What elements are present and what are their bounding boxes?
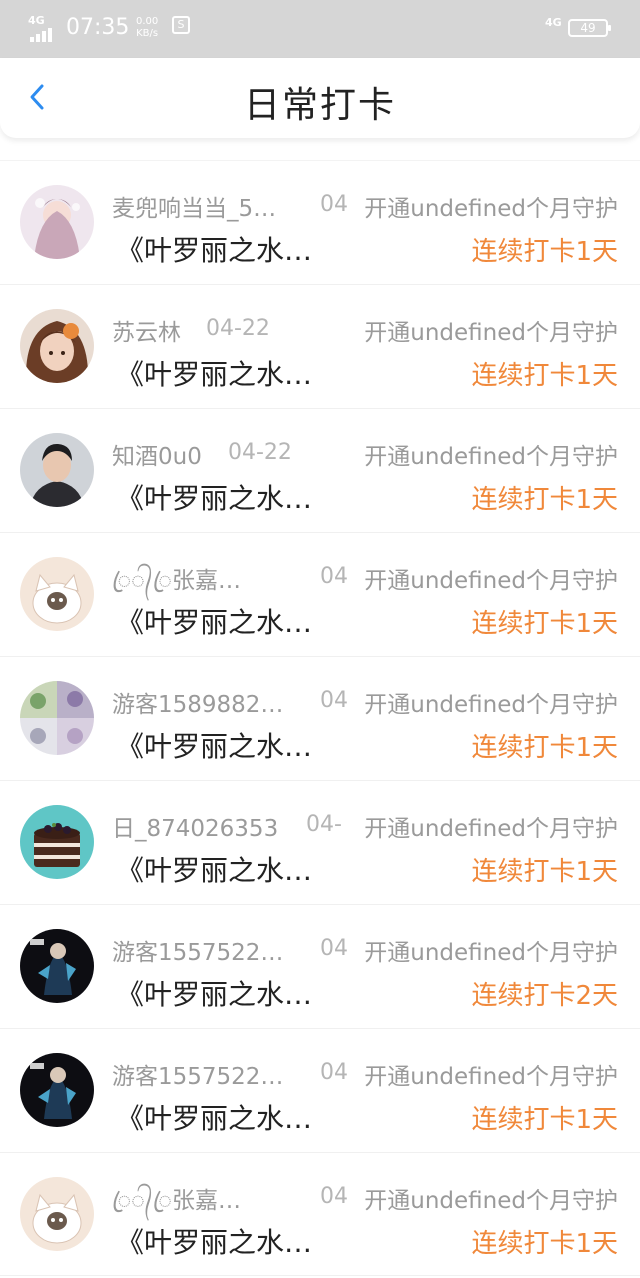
- collage-avatar: [20, 681, 94, 755]
- speed-unit: KB/s: [136, 28, 159, 39]
- signal-icon: [30, 28, 52, 42]
- dark-character-avatar: [20, 1053, 94, 1127]
- avatar[interactable]: [20, 1177, 94, 1251]
- list-item[interactable]: 游客1589882… 04 开通undefined个月守护 《叶罗丽之水… 连续…: [0, 656, 640, 780]
- cartoon-cat-avatar: [20, 1177, 94, 1251]
- guard-text: 开通undefined个月守护: [364, 444, 618, 470]
- guard-text: 开通undefined个月守护: [364, 196, 618, 222]
- guard-text: 开通undefined个月守护: [364, 320, 618, 346]
- avatar[interactable]: [20, 557, 94, 631]
- battery-icon: 49: [568, 19, 611, 37]
- guard-text: 开通undefined个月守护: [364, 1188, 618, 1214]
- book-title[interactable]: 《叶罗丽之水…: [116, 725, 312, 765]
- guard-text: 开通undefined个月守护: [364, 692, 618, 718]
- guard-text: 开通undefined个月守护: [364, 940, 618, 966]
- checkin-date: 04: [320, 564, 348, 589]
- checkin-date: 04: [320, 192, 348, 217]
- book-title[interactable]: 《叶罗丽之水…: [116, 353, 312, 393]
- user-name[interactable]: 游客1557522…: [112, 1057, 298, 1091]
- list-item[interactable]: ꦿ᭄ꦿ张嘉… 04 开通undefined个月守护 《叶罗丽之水… 连续打卡1天: [0, 532, 640, 656]
- checkin-date: 04-22: [206, 316, 270, 341]
- avatar[interactable]: [20, 805, 94, 879]
- streak-label: 连续打卡1天: [471, 485, 618, 515]
- avatar[interactable]: [20, 681, 94, 755]
- user-name[interactable]: 苏云林: [112, 313, 298, 347]
- checkin-date: 04-22: [228, 440, 292, 465]
- streak-label: 连续打卡1天: [471, 857, 618, 887]
- network-type-left: 4G: [28, 14, 45, 27]
- checkin-list: 麦兜响当当_5… 04 开通undefined个月守护 《叶罗丽之水… 连续打卡…: [0, 160, 640, 1276]
- checkin-date: 04: [320, 1060, 348, 1085]
- book-title[interactable]: 《叶罗丽之水…: [116, 477, 312, 517]
- list-item[interactable]: 游客1557522… 04 开通undefined个月守护 《叶罗丽之水… 连续…: [0, 1028, 640, 1152]
- avatar[interactable]: [20, 433, 94, 507]
- sync-icon: S: [172, 16, 190, 34]
- list-item[interactable]: 游客1557522… 04 开通undefined个月守护 《叶罗丽之水… 连续…: [0, 904, 640, 1028]
- cake-avatar: [20, 805, 94, 879]
- guard-text: 开通undefined个月守护: [364, 816, 618, 842]
- page-title: 日常打卡: [243, 85, 396, 126]
- guard-text: 开通undefined个月守护: [364, 1064, 618, 1090]
- avatar[interactable]: [20, 309, 94, 383]
- checkin-date: 04: [320, 936, 348, 961]
- streak-label: 连续打卡1天: [471, 361, 618, 391]
- list-item[interactable]: 知酒0u0 04-22 开通undefined个月守护 《叶罗丽之水… 连续打卡…: [0, 408, 640, 532]
- book-title[interactable]: 《叶罗丽之水…: [116, 229, 312, 269]
- status-bar: 4G 07:35 0.00 KB/s S 4G 49: [0, 0, 640, 58]
- list-item[interactable]: 麦兜响当当_5… 04 开通undefined个月守护 《叶罗丽之水… 连续打卡…: [0, 160, 640, 284]
- man-portrait-avatar: [20, 433, 94, 507]
- list-item[interactable]: ꦿ᭄ꦿ张嘉… 04 开通undefined个月守护 《叶罗丽之水… 连续打卡1天: [0, 1152, 640, 1276]
- avatar[interactable]: [20, 185, 94, 259]
- brown-hair-girl-avatar: [20, 309, 94, 383]
- book-title[interactable]: 《叶罗丽之水…: [116, 601, 312, 641]
- streak-label: 连续打卡1天: [471, 1105, 618, 1135]
- book-title[interactable]: 《叶罗丽之水…: [116, 1221, 312, 1261]
- list-item[interactable]: 苏云林 04-22 开通undefined个月守护 《叶罗丽之水… 连续打卡1天: [0, 284, 640, 408]
- page-header: 日常打卡: [0, 58, 640, 138]
- checkin-date: 04: [320, 1184, 348, 1209]
- streak-label: 连续打卡2天: [471, 981, 618, 1011]
- user-name[interactable]: 游客1557522…: [112, 933, 298, 967]
- checkin-date: 04: [320, 688, 348, 713]
- guard-text: 开通undefined个月守护: [364, 568, 618, 594]
- cartoon-cat-avatar: [20, 557, 94, 631]
- streak-label: 连续打卡1天: [471, 733, 618, 763]
- avatar[interactable]: [20, 1053, 94, 1127]
- streak-label: 连续打卡1天: [471, 1229, 618, 1259]
- battery-level: 49: [580, 21, 596, 35]
- avatar[interactable]: [20, 929, 94, 1003]
- book-title[interactable]: 《叶罗丽之水…: [116, 973, 312, 1013]
- speed-value: 0.00: [136, 16, 159, 27]
- user-name[interactable]: 游客1589882…: [112, 685, 298, 719]
- anime-girl-avatar: [20, 185, 94, 259]
- streak-label: 连续打卡1天: [471, 609, 618, 639]
- book-title[interactable]: 《叶罗丽之水…: [116, 1097, 312, 1137]
- user-name[interactable]: 日_874026353: [112, 809, 298, 843]
- user-name[interactable]: 麦兜响当当_5…: [112, 189, 298, 223]
- checkin-date: 04-: [306, 812, 342, 837]
- network-speed: 0.00 KB/s: [136, 16, 158, 40]
- streak-label: 连续打卡1天: [471, 237, 618, 267]
- list-item[interactable]: 日_874026353 04- 开通undefined个月守护 《叶罗丽之水… …: [0, 780, 640, 904]
- network-type-right: 4G: [545, 16, 562, 29]
- book-title[interactable]: 《叶罗丽之水…: [116, 849, 312, 889]
- dark-character-avatar: [20, 929, 94, 1003]
- clock: 07:35: [66, 15, 130, 40]
